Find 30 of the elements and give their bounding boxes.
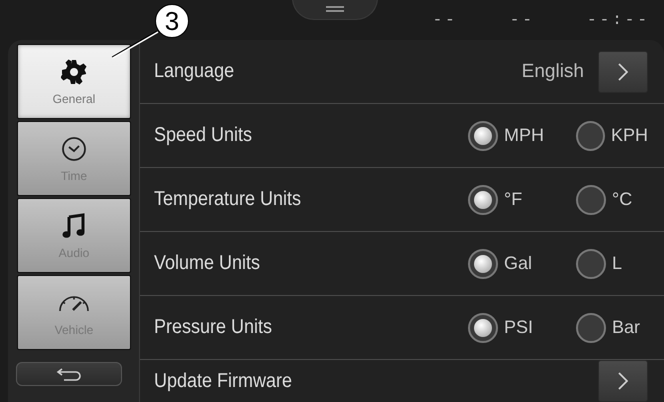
radio-label[interactable]: PSI bbox=[504, 317, 534, 338]
radio-label[interactable]: Gal bbox=[504, 253, 532, 274]
menu-icon bbox=[326, 6, 344, 12]
back-button[interactable] bbox=[16, 362, 122, 386]
chevron-right-icon bbox=[618, 62, 628, 80]
setting-label: Pressure Units bbox=[154, 316, 274, 339]
music-note-icon bbox=[62, 212, 86, 238]
setting-label: Volume Units bbox=[154, 252, 262, 275]
radio-label[interactable]: °C bbox=[612, 189, 632, 210]
back-arrow-icon bbox=[56, 367, 82, 381]
sidebar-tab[interactable]: General bbox=[17, 44, 131, 119]
setting-label: Language bbox=[154, 60, 236, 83]
radio-label[interactable]: KPH bbox=[610, 125, 648, 146]
status-text: -- bbox=[510, 11, 535, 29]
clock-icon bbox=[61, 136, 87, 162]
gear-icon bbox=[61, 58, 87, 84]
radio-label[interactable]: °F bbox=[504, 189, 522, 210]
setting-label: Update Firmware bbox=[154, 370, 294, 392]
radio-label[interactable]: L bbox=[612, 253, 622, 274]
status-text: --:-- bbox=[586, 11, 650, 29]
callout-number: 3 bbox=[155, 4, 189, 38]
pull-down-handle[interactable] bbox=[292, 0, 378, 20]
radio-label[interactable]: MPH bbox=[504, 125, 544, 146]
setting-value: English bbox=[522, 60, 584, 82]
radio-label[interactable]: Bar bbox=[612, 317, 640, 338]
chevron-right-icon bbox=[618, 372, 628, 390]
leader-line bbox=[110, 30, 160, 60]
status-text: -- bbox=[432, 11, 458, 29]
setting-label: Speed Units bbox=[154, 124, 254, 147]
setting-label: Temperature Units bbox=[154, 188, 302, 211]
